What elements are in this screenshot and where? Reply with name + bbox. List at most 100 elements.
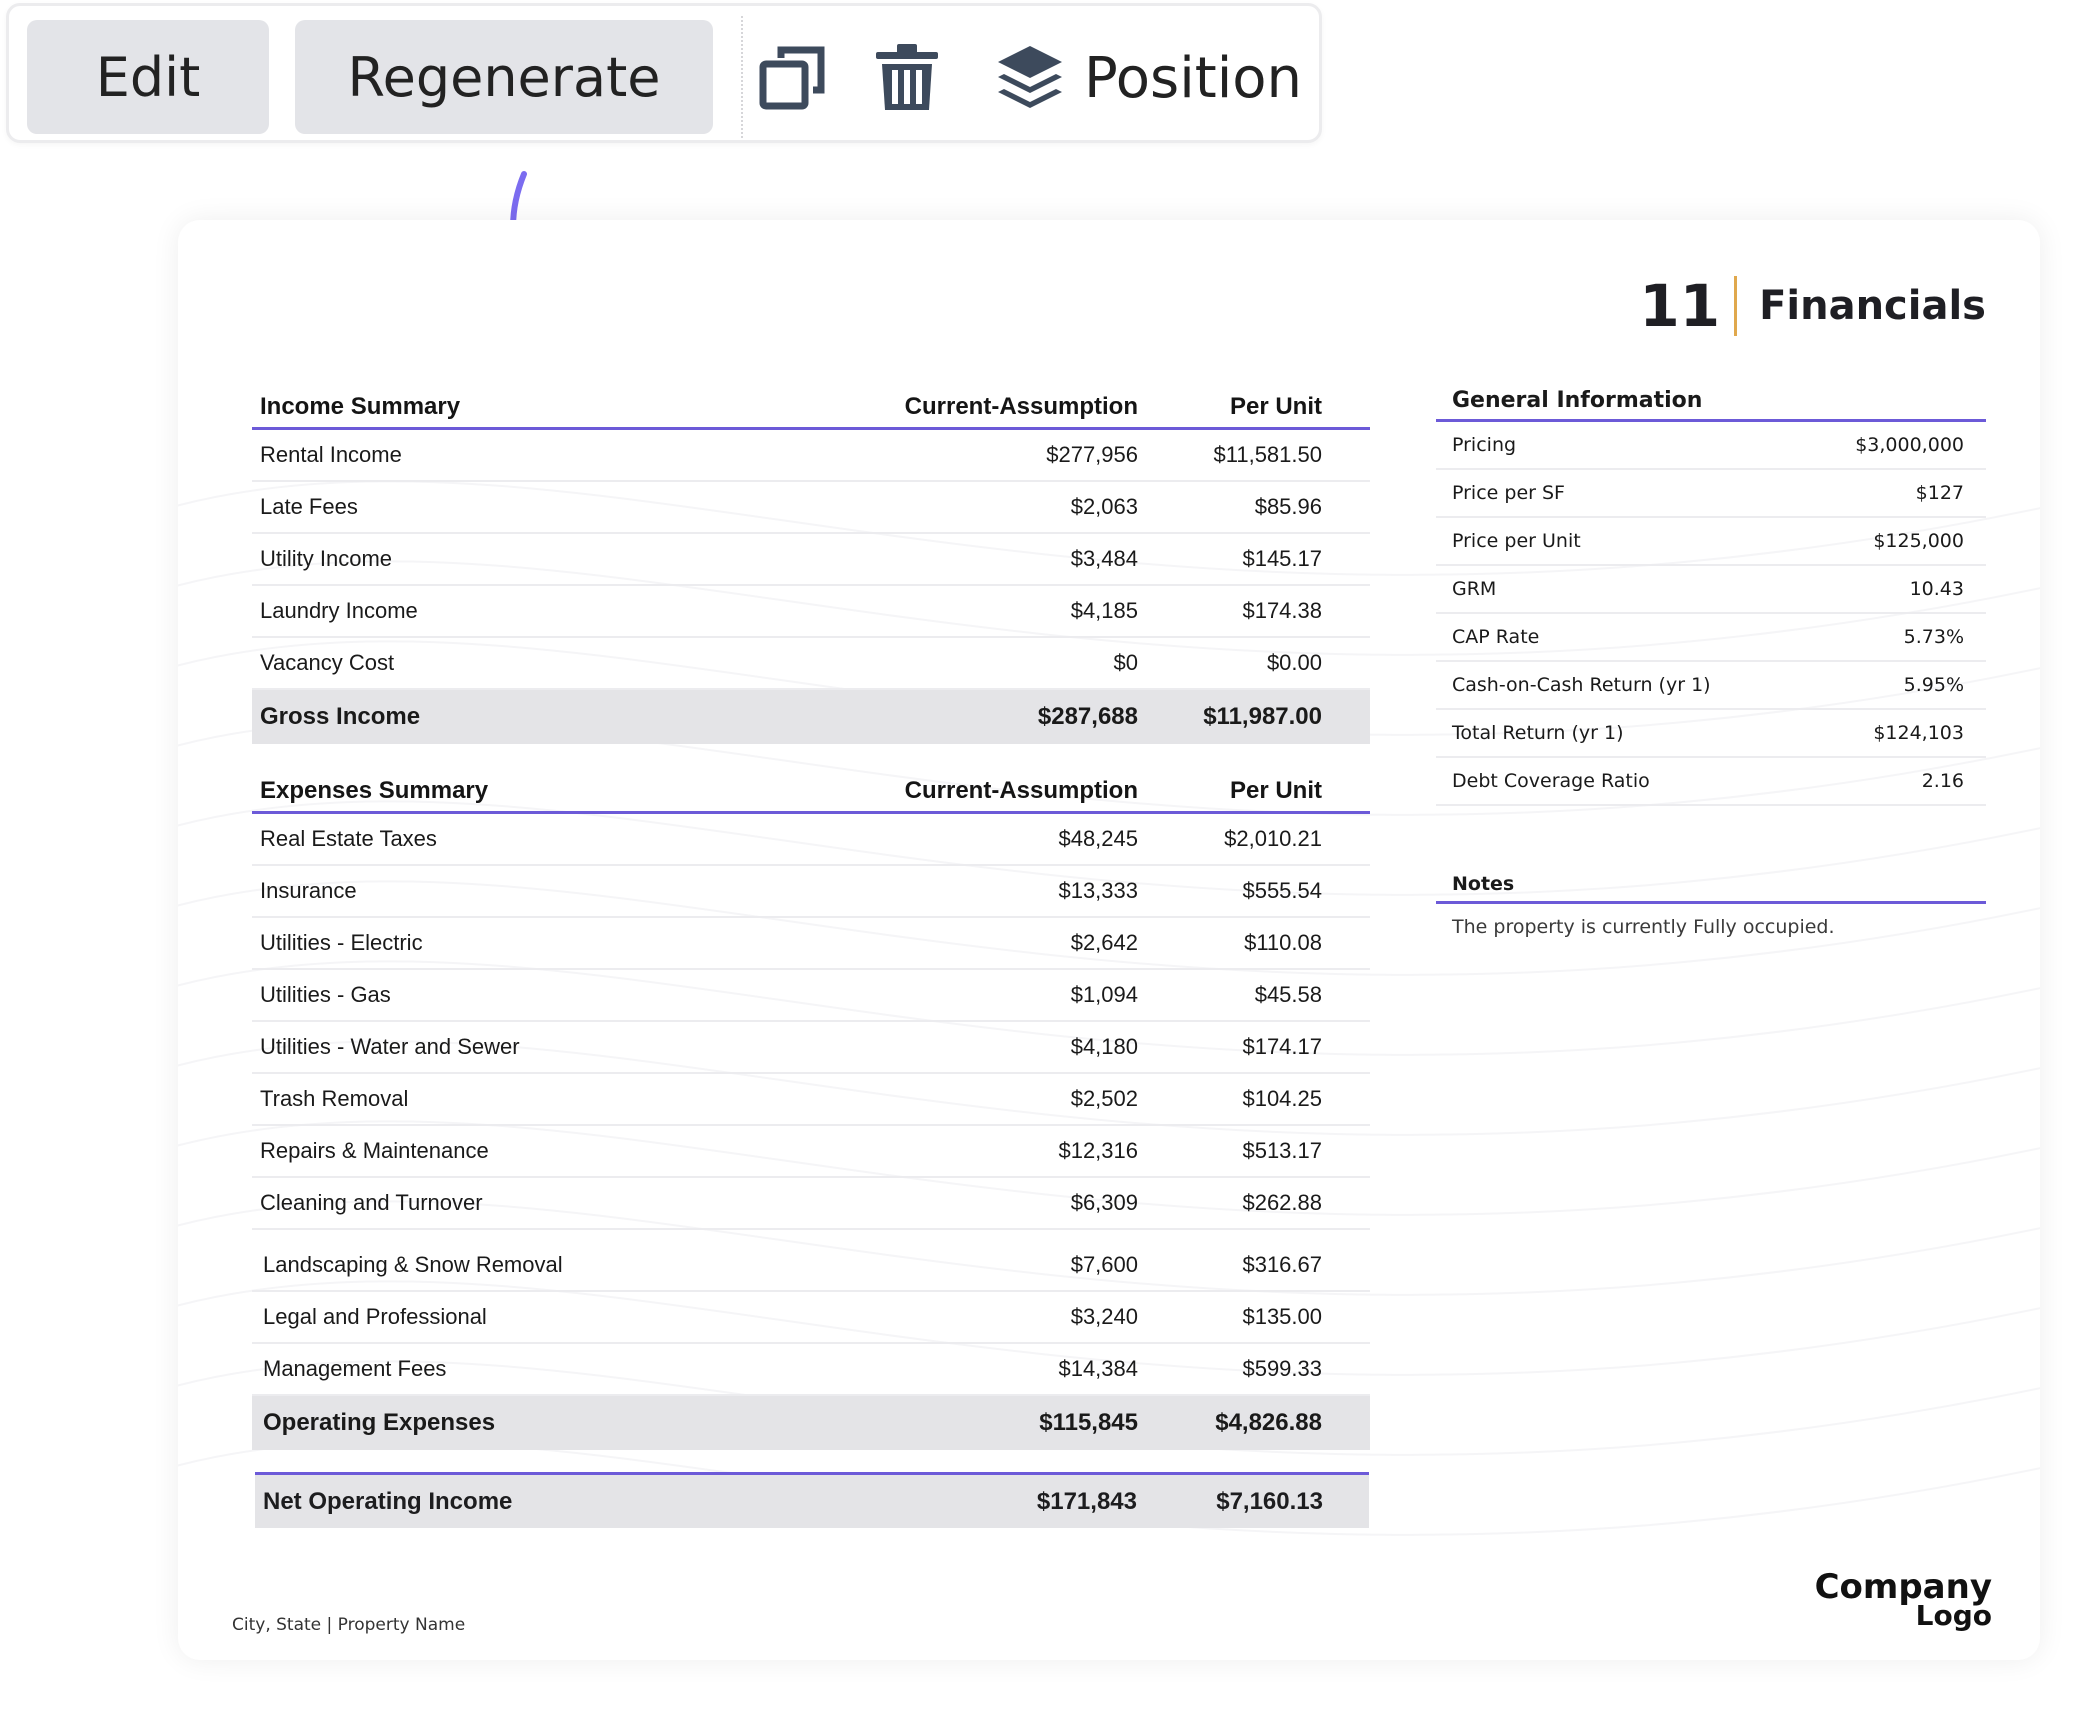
- page-number: 11: [1639, 272, 1721, 340]
- heading-divider: [1734, 276, 1738, 336]
- table-header: Income Summary Current-Assumption Per Un…: [252, 382, 1370, 430]
- page-title: Financials: [1759, 283, 1986, 329]
- row-label: Utility Income: [260, 546, 393, 571]
- position-button[interactable]: Position: [994, 36, 1302, 120]
- table-row: Landscaping & Snow Removal $7,600 $316.6…: [252, 1230, 1370, 1292]
- row-per-unit: $2,010.21: [1224, 826, 1322, 851]
- row-current: $12,316: [1058, 1138, 1138, 1163]
- trash-icon[interactable]: [872, 42, 942, 112]
- notes-section[interactable]: Notes The property is currently Fully oc…: [1436, 860, 1986, 938]
- info-value: 2.16: [1921, 770, 1964, 792]
- regenerate-button[interactable]: Regenerate: [295, 20, 713, 134]
- row-label: Late Fees: [260, 494, 358, 519]
- table-row: Utilities - Electric $2,642 $110.08: [252, 918, 1370, 970]
- row-label: Legal and Professional: [263, 1304, 487, 1329]
- info-row: Price per SF $127: [1436, 470, 1986, 518]
- row-label: Cleaning and Turnover: [260, 1190, 483, 1215]
- row-current: $2,642: [1070, 930, 1138, 955]
- header-per-unit: Per Unit: [1229, 393, 1322, 420]
- table-row: Vacancy Cost $0 $0.00: [252, 638, 1370, 690]
- info-value: $125,000: [1873, 530, 1964, 552]
- row-label: Utilities - Water and Sewer: [260, 1034, 520, 1059]
- table-row: Utilities - Water and Sewer $4,180 $174.…: [252, 1022, 1370, 1074]
- row-per-unit: $7,160.13: [1216, 1487, 1323, 1515]
- table-row: Legal and Professional $3,240 $135.00: [252, 1292, 1370, 1344]
- notes-text: The property is currently Fully occupied…: [1452, 916, 1835, 938]
- table-row: Cleaning and Turnover $6,309 $262.88: [252, 1178, 1370, 1230]
- header-current: Current-Assumption: [904, 777, 1138, 804]
- row-current: $1,094: [1070, 982, 1138, 1007]
- expenses-summary-table[interactable]: Expenses Summary Current-Assumption Per …: [252, 766, 1370, 1450]
- row-per-unit: $104.25: [1242, 1086, 1322, 1111]
- row-current: $48,245: [1058, 826, 1138, 851]
- info-value: $127: [1915, 482, 1964, 504]
- row-per-unit: $513.17: [1242, 1138, 1322, 1163]
- info-label: Debt Coverage Ratio: [1452, 770, 1650, 792]
- row-label: Laundry Income: [260, 598, 418, 623]
- general-information-title: General Information: [1436, 376, 1986, 422]
- row-per-unit: $145.17: [1242, 546, 1322, 571]
- gross-income-row: Gross Income $287,688 $11,987.00: [252, 690, 1370, 744]
- info-row: GRM 10.43: [1436, 566, 1986, 614]
- row-per-unit: $0.00: [1266, 650, 1322, 675]
- page-heading: 11 Financials: [1639, 272, 1986, 340]
- info-value: 5.95%: [1903, 674, 1964, 696]
- info-label: Price per SF: [1452, 482, 1565, 504]
- row-per-unit: $262.88: [1242, 1190, 1322, 1215]
- general-information-table[interactable]: General Information Pricing $3,000,000 P…: [1436, 376, 1986, 806]
- row-per-unit: $555.54: [1242, 878, 1322, 903]
- row-per-unit: $110.08: [1244, 930, 1322, 955]
- row-label: Vacancy Cost: [260, 650, 395, 675]
- toolbar-divider: [741, 16, 743, 138]
- duplicate-icon[interactable]: [759, 42, 829, 112]
- table-row: Insurance $13,333 $555.54: [252, 866, 1370, 918]
- info-row: Debt Coverage Ratio 2.16: [1436, 758, 1986, 806]
- row-per-unit: $316.67: [1242, 1252, 1322, 1277]
- row-current: $2,063: [1070, 494, 1138, 519]
- row-current: $7,600: [1070, 1252, 1138, 1277]
- info-row: Price per Unit $125,000: [1436, 518, 1986, 566]
- info-value: $3,000,000: [1855, 434, 1964, 456]
- row-current: $277,956: [1046, 442, 1138, 467]
- row-current: $3,240: [1070, 1304, 1138, 1329]
- row-label: Rental Income: [260, 442, 402, 467]
- income-summary-table[interactable]: Income Summary Current-Assumption Per Un…: [252, 382, 1370, 744]
- table-row: Utility Income $3,484 $145.17: [252, 534, 1370, 586]
- header-per-unit: Per Unit: [1229, 777, 1322, 804]
- table-row: Real Estate Taxes $48,245 $2,010.21: [252, 814, 1370, 866]
- row-current: $171,843: [1036, 1487, 1137, 1515]
- row-label: Insurance: [260, 878, 357, 903]
- element-toolbar: Edit Regenerate Position: [6, 3, 1322, 143]
- row-current: $3,484: [1070, 546, 1138, 571]
- table-row: Management Fees $14,384 $599.33: [252, 1344, 1370, 1396]
- table-row: Repairs & Maintenance $12,316 $513.17: [252, 1126, 1370, 1178]
- table-row: Laundry Income $4,185 $174.38: [252, 586, 1370, 638]
- row-per-unit: $45.58: [1254, 982, 1322, 1007]
- info-label: Pricing: [1452, 434, 1517, 456]
- info-row: CAP Rate 5.73%: [1436, 614, 1986, 662]
- row-per-unit: $11,987.00: [1203, 703, 1322, 730]
- table-row: Trash Removal $2,502 $104.25: [252, 1074, 1370, 1126]
- row-per-unit: $599.33: [1242, 1356, 1322, 1381]
- info-label: CAP Rate: [1452, 626, 1540, 648]
- operating-expenses-row: Operating Expenses $115,845 $4,826.88: [252, 1396, 1370, 1450]
- info-label: Price per Unit: [1452, 530, 1581, 552]
- info-label: Cash-on-Cash Return (yr 1): [1452, 674, 1711, 696]
- row-label: Trash Removal: [260, 1086, 409, 1111]
- info-row: Total Return (yr 1) $124,103: [1436, 710, 1986, 758]
- row-per-unit: $4,826.88: [1215, 1409, 1322, 1436]
- info-label: Total Return (yr 1): [1452, 722, 1624, 744]
- table-row: Utilities - Gas $1,094 $45.58: [252, 970, 1370, 1022]
- financials-page[interactable]: 11 Financials Income Summary Current-Ass…: [178, 220, 2040, 1660]
- layers-icon: [998, 46, 1062, 108]
- info-value: 10.43: [1909, 578, 1964, 600]
- notes-title: Notes: [1436, 860, 1986, 904]
- row-current: $14,384: [1058, 1356, 1138, 1381]
- net-operating-income-row: Net Operating Income $171,843 $7,160.13: [255, 1472, 1369, 1528]
- row-per-unit: $85.96: [1254, 494, 1322, 519]
- footer-location: City, State | Property Name: [232, 1615, 466, 1635]
- edit-button[interactable]: Edit: [27, 20, 269, 134]
- row-current: $4,180: [1070, 1034, 1138, 1059]
- info-label: GRM: [1452, 578, 1497, 600]
- table-header: Expenses Summary Current-Assumption Per …: [252, 766, 1370, 814]
